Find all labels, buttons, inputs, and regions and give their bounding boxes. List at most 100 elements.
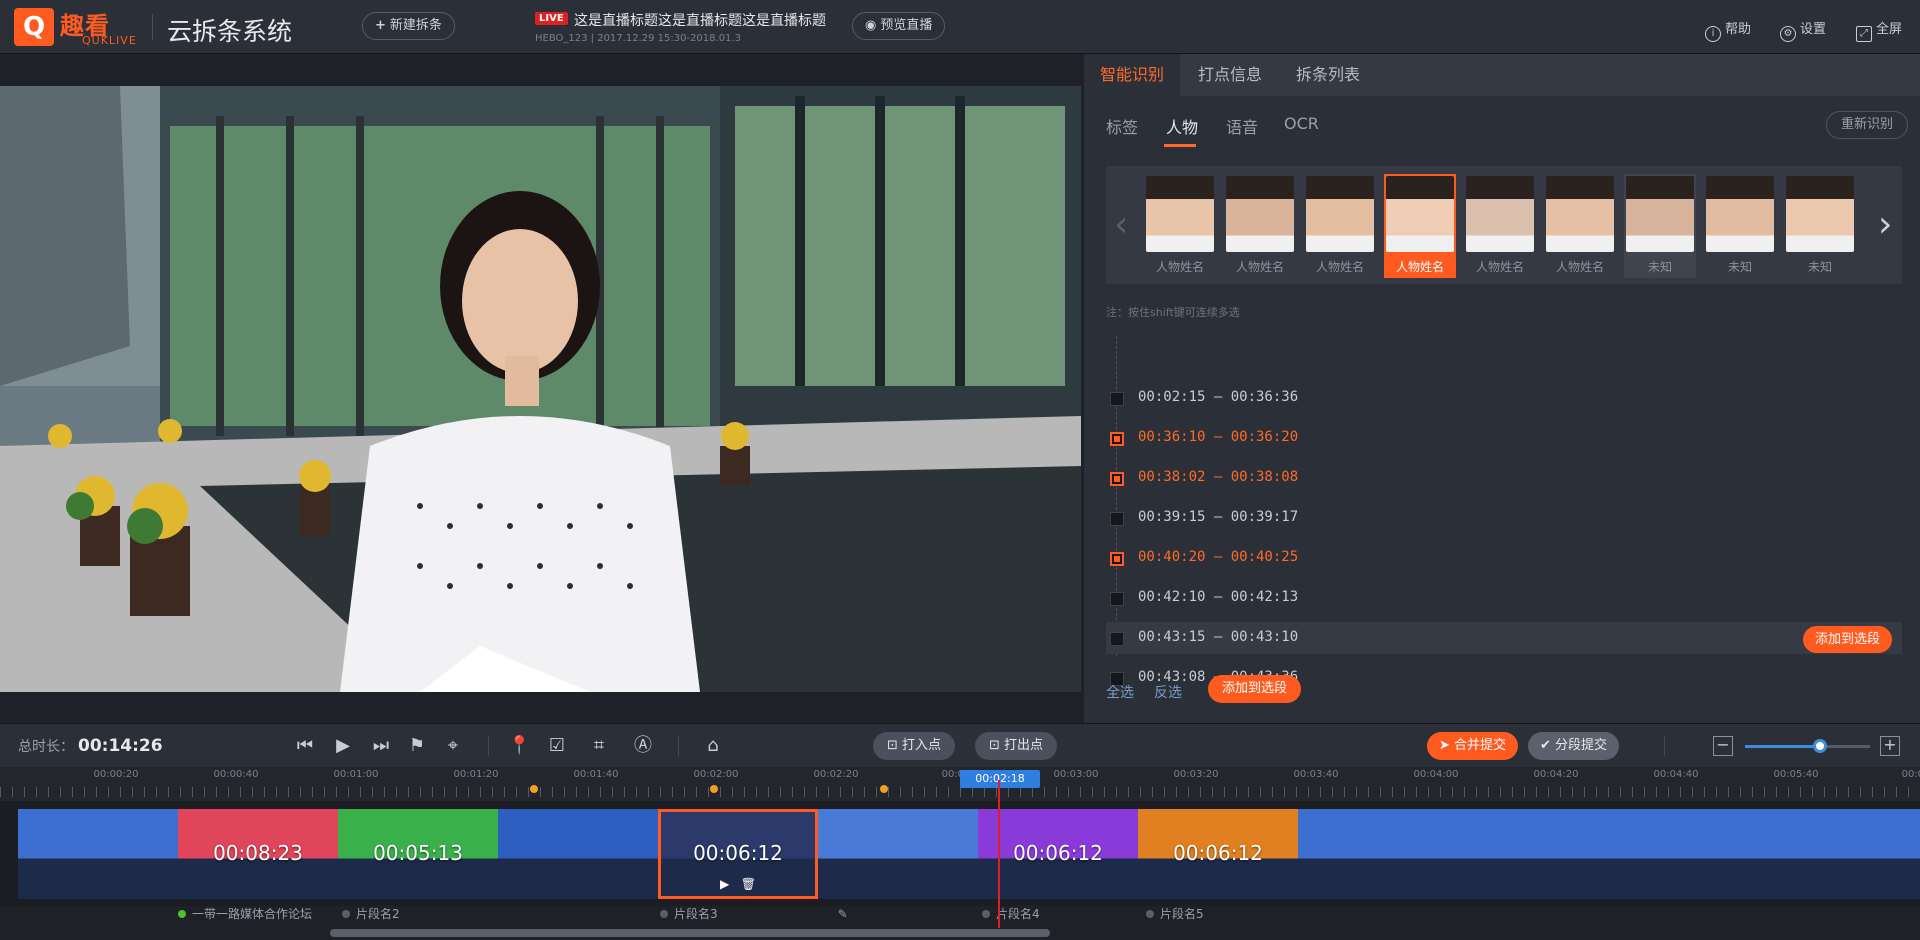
- mark-out-button[interactable]: ⊡ 打出点: [975, 732, 1058, 760]
- timeline-clip[interactable]: [498, 809, 658, 899]
- trash-icon[interactable]: 🗑: [741, 877, 756, 891]
- face-name: 人物姓名: [1235, 260, 1284, 274]
- crop-icon[interactable]: ⌗: [588, 735, 610, 757]
- select-all-link[interactable]: 全选: [1106, 685, 1134, 701]
- face-card[interactable]: 人物姓名: [1544, 174, 1616, 278]
- edit-toolbar: 总时长： 00:14:26 ⏮ ▶ ⏭ ⚑ ⌖ 📍 ☑ ⌗ Ⓐ ⌂ ⊡ 打入点 ⊡…: [0, 723, 1920, 767]
- tick-label: 00:01:00: [333, 769, 379, 780]
- time-ruler[interactable]: 00:00:20 00:00:40 00:01:00 00:01:20 00:01:40…: [0, 767, 1920, 801]
- help-button[interactable]: i 帮助: [1705, 18, 1751, 42]
- video-player[interactable]: [0, 86, 1081, 692]
- range-checkbox[interactable]: [1110, 632, 1124, 646]
- subtab-people[interactable]: 人物: [1166, 114, 1198, 138]
- segment-label[interactable]: 片段名2: [342, 905, 400, 922]
- mark-in-button[interactable]: ⊡ 打入点: [873, 732, 956, 760]
- subtab-tags[interactable]: 标签: [1106, 114, 1138, 138]
- time-range-row[interactable]: 00:38:02 — 00:38:08: [1106, 462, 1902, 494]
- range-checkbox[interactable]: [1110, 392, 1124, 406]
- segment-submit-button[interactable]: ✔ 分段提交: [1528, 732, 1620, 760]
- face-card[interactable]: 未知: [1784, 174, 1856, 278]
- skip-back-icon[interactable]: ⏮: [294, 735, 316, 757]
- timeline-clip[interactable]: [1778, 809, 1920, 899]
- broom-icon[interactable]: ⌂: [702, 735, 724, 757]
- face-card[interactable]: 人物姓名: [1304, 174, 1376, 278]
- segment-label[interactable]: 一带一路媒体合作论坛: [178, 905, 312, 922]
- plus-icon: +: [375, 18, 386, 33]
- marker-pin[interactable]: [880, 785, 888, 793]
- fullscreen-button[interactable]: ⤢ 全屏: [1856, 18, 1902, 42]
- timeline-clip[interactable]: 00:06:12: [1138, 809, 1298, 899]
- tick-label: 00:04:20: [1533, 769, 1579, 780]
- range-time: 00:02:15 — 00:36:36: [1138, 389, 1299, 405]
- timeline-clip[interactable]: [1618, 809, 1778, 899]
- time-range-row[interactable]: 00:02:15 — 00:36:36: [1106, 382, 1902, 414]
- range-time: 00:36:10 — 00:36:20: [1138, 429, 1299, 445]
- timeline-clip[interactable]: [818, 809, 978, 899]
- tick-label: 00:00:40: [213, 769, 259, 780]
- timeline-scrollbar[interactable]: [330, 929, 1050, 937]
- pin-icon[interactable]: 📍: [508, 735, 530, 757]
- playhead-time[interactable]: 00:02:18: [960, 770, 1040, 788]
- timeline-clip[interactable]: 00:06:12: [978, 809, 1138, 899]
- marker-pin[interactable]: [530, 785, 538, 793]
- time-range-row[interactable]: 00:36:10 — 00:36:20: [1106, 422, 1902, 454]
- face-card[interactable]: 未知: [1624, 174, 1696, 278]
- range-checkbox[interactable]: [1110, 472, 1124, 486]
- face-card[interactable]: 人物姓名: [1144, 174, 1216, 278]
- chevron-left-icon[interactable]: ‹: [1114, 204, 1128, 245]
- timeline-clip[interactable]: [18, 809, 178, 899]
- range-checkbox[interactable]: [1110, 592, 1124, 606]
- location-icon[interactable]: ⌖: [442, 735, 464, 757]
- range-checkbox[interactable]: [1110, 512, 1124, 526]
- preview-live-button[interactable]: ◉ 预览直播: [852, 12, 946, 40]
- subtab-voice[interactable]: 语音: [1226, 114, 1258, 138]
- zoom-handle[interactable]: [1813, 739, 1827, 753]
- skip-forward-icon[interactable]: ⏭: [370, 735, 392, 757]
- zoom-in-icon[interactable]: +: [1880, 736, 1900, 756]
- auto-icon[interactable]: Ⓐ: [632, 735, 654, 757]
- zoom-slider[interactable]: [1745, 739, 1870, 753]
- time-range-row[interactable]: 00:43:15 — 00:43:10 添加到选段: [1106, 622, 1902, 654]
- range-checkbox[interactable]: [1110, 432, 1124, 446]
- play-circle-icon[interactable]: ▶: [720, 877, 729, 891]
- invert-select-link[interactable]: 反选: [1154, 685, 1182, 701]
- settings-button[interactable]: ⚙ 设置: [1780, 18, 1826, 42]
- play-icon[interactable]: ▶: [332, 735, 354, 757]
- zoom-out-icon[interactable]: −: [1713, 736, 1733, 756]
- subtab-ocr[interactable]: OCR: [1284, 114, 1319, 133]
- dot-icon: [342, 910, 350, 918]
- fullscreen-label: 全屏: [1876, 22, 1903, 37]
- reidentify-button[interactable]: 重新识别: [1825, 111, 1908, 139]
- timeline-clip[interactable]: 00:06:12 ▶ 🗑: [658, 809, 818, 899]
- time-range-row[interactable]: 00:42:10 — 00:42:13: [1106, 582, 1902, 614]
- timeline-clip[interactable]: 00:08:23: [178, 809, 338, 899]
- check-box-icon[interactable]: ☑: [546, 735, 568, 757]
- mark-clear-icon[interactable]: ⚑: [406, 735, 428, 757]
- chevron-right-icon[interactable]: ›: [1878, 204, 1892, 245]
- timeline-clip[interactable]: [1298, 809, 1458, 899]
- segment-label[interactable]: 片段名5: [1146, 905, 1204, 922]
- time-range-row[interactable]: 00:39:15 — 00:39:17: [1106, 502, 1902, 534]
- tick-label: 00:01:40: [573, 769, 619, 780]
- face-card[interactable]: 人物姓名: [1384, 174, 1456, 278]
- timeline-clip[interactable]: [1458, 809, 1618, 899]
- time-range-row[interactable]: 00:40:20 — 00:40:25: [1106, 542, 1902, 574]
- tab-smart-recognition[interactable]: 智能识别: [1084, 54, 1181, 96]
- face-thumbnail: [1466, 176, 1534, 252]
- new-split-button[interactable]: + 新建拆条: [362, 12, 455, 40]
- marker-pin[interactable]: [710, 785, 718, 793]
- face-card[interactable]: 人物姓名: [1224, 174, 1296, 278]
- segment-label[interactable]: 片段名3 ✎: [660, 905, 848, 922]
- range-checkbox[interactable]: [1110, 552, 1124, 566]
- add-to-segment-button[interactable]: 添加到选段: [1208, 675, 1302, 703]
- merge-submit-button[interactable]: ➤ 合并提交: [1427, 732, 1519, 760]
- top-bar: Q 趣看 QUKLIVE 云拆条系统 + 新建拆条 LIVE 这是直播标题这是直播…: [0, 0, 1920, 54]
- face-card[interactable]: 人物姓名: [1464, 174, 1536, 278]
- tab-mark-info[interactable]: 打点信息: [1182, 54, 1278, 96]
- timeline-clip[interactable]: 00:05:13: [338, 809, 498, 899]
- row-add-to-segment-button[interactable]: 添加到选段: [1802, 626, 1892, 653]
- edit-pencil-icon[interactable]: ✎: [838, 907, 848, 921]
- tab-split-list[interactable]: 拆条列表: [1280, 54, 1376, 96]
- face-card[interactable]: 未知: [1704, 174, 1776, 278]
- segment-label[interactable]: 片段名4: [982, 905, 1040, 922]
